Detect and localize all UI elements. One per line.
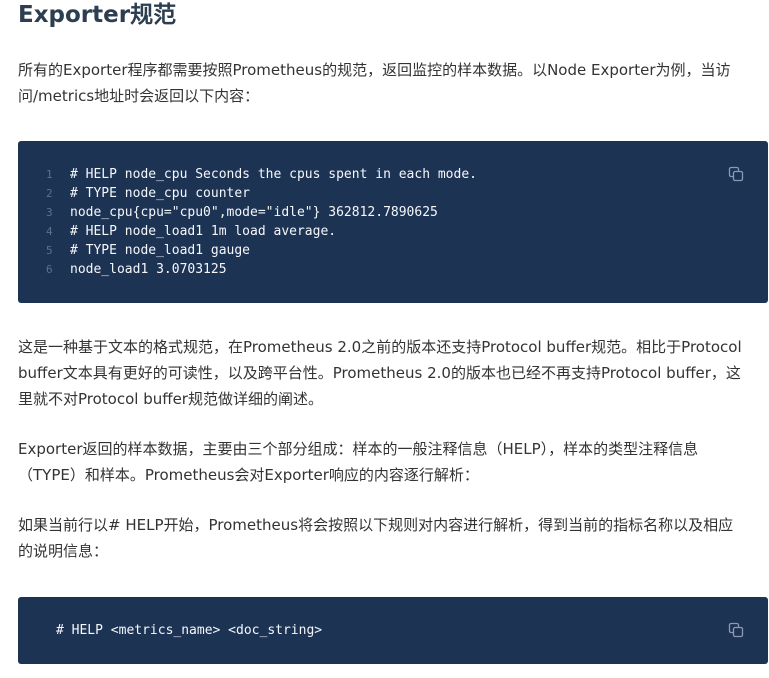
code-line: 1 # HELP node_cpu Seconds the cpus spent … bbox=[18, 165, 477, 184]
parts-line-1: Exporter返回的样本数据，主要由三个部分组成：样本的一般注释信息（HELP… bbox=[18, 440, 699, 458]
line-number: 6 bbox=[46, 263, 53, 276]
code-line: 3 node_cpu{cpu="cpu0",mode="idle"} 362812… bbox=[18, 203, 477, 222]
intro-line-1: 所有的Exporter程序都需要按照Prometheus的规范，返回监控的样本数… bbox=[18, 61, 731, 79]
code-line: 6 node_load1 3.0703125 bbox=[18, 260, 477, 279]
code-line: 4 # HELP node_load1 1m load average. bbox=[18, 222, 477, 241]
code-text: # HELP node_cpu Seconds the cpus spent i… bbox=[70, 167, 477, 182]
line-number: 1 bbox=[46, 168, 53, 181]
copy-icon[interactable] bbox=[728, 166, 744, 182]
copy-icon[interactable] bbox=[728, 622, 744, 638]
code-text: node_cpu{cpu="cpu0",mode="idle"} 362812.… bbox=[70, 205, 438, 220]
help-line-1: 如果当前行以# HELP开始，Prometheus将会按照以下规则对内容进行解析… bbox=[18, 516, 734, 534]
format-line-3: 里就不对Protocol buffer规范做详细的阐述。 bbox=[18, 390, 323, 408]
intro-line-2: 问/metrics地址时会返回以下内容： bbox=[18, 87, 260, 105]
code-listing: 1 # HELP node_cpu Seconds the cpus spent … bbox=[18, 165, 477, 279]
section-heading: Exporter规范 bbox=[18, 2, 177, 28]
line-number: 4 bbox=[46, 225, 53, 238]
format-paragraph: 这是一种基于文本的格式规范，在Prometheus 2.0之前的版本还支持Pro… bbox=[18, 334, 768, 412]
code-line: 5 # TYPE node_load1 gauge bbox=[18, 241, 477, 260]
code-text: # TYPE node_cpu counter bbox=[70, 186, 251, 201]
code-text: # TYPE node_load1 gauge bbox=[70, 243, 251, 258]
line-number: 5 bbox=[46, 244, 53, 257]
code-block-node-exporter-output: 1 # HELP node_cpu Seconds the cpus spent … bbox=[18, 141, 768, 303]
code-line: 2 # TYPE node_cpu counter bbox=[18, 184, 477, 203]
code-text: # HELP <metrics_name> <doc_string> bbox=[56, 623, 323, 638]
format-line-2: buffer文本具有更好的可读性，以及跨平台性。Prometheus 2.0的版… bbox=[18, 364, 741, 382]
parts-paragraph: Exporter返回的样本数据，主要由三个部分组成：样本的一般注释信息（HELP… bbox=[18, 436, 768, 488]
line-number: 2 bbox=[46, 187, 53, 200]
help-line-2: 的说明信息： bbox=[18, 542, 109, 560]
code-text: node_load1 3.0703125 bbox=[70, 262, 227, 277]
help-paragraph: 如果当前行以# HELP开始，Prometheus将会按照以下规则对内容进行解析… bbox=[18, 512, 768, 564]
intro-paragraph: 所有的Exporter程序都需要按照Prometheus的规范，返回监控的样本数… bbox=[18, 57, 768, 109]
format-line-1: 这是一种基于文本的格式规范，在Prometheus 2.0之前的版本还支持Pro… bbox=[18, 338, 742, 356]
code-block-help-syntax: # HELP <metrics_name> <doc_string> bbox=[18, 597, 768, 664]
parts-line-2: （TYPE）和样本。Prometheus会对Exporter响应的内容逐行解析： bbox=[18, 466, 479, 484]
code-text: # HELP node_load1 1m load average. bbox=[70, 224, 337, 239]
line-number: 3 bbox=[46, 206, 53, 219]
